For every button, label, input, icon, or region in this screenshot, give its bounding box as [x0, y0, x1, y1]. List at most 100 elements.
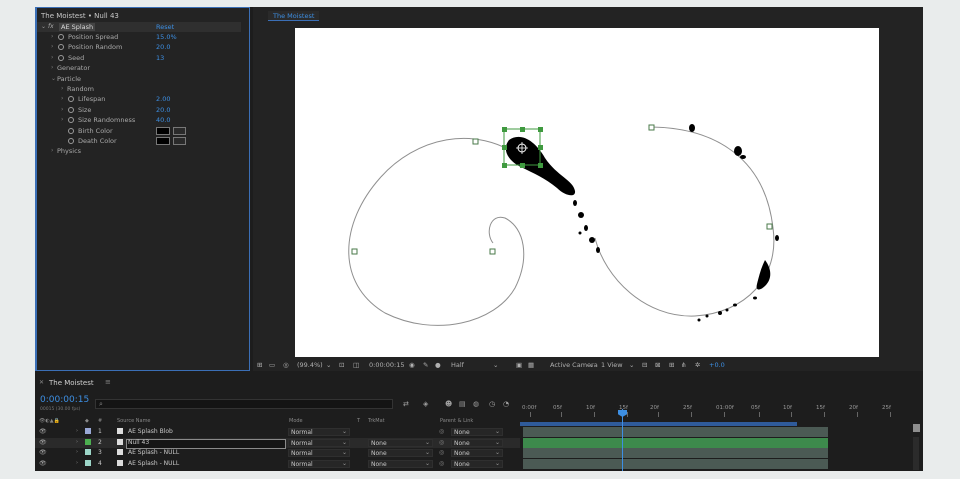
- timeline-tab[interactable]: The Moistest: [49, 379, 94, 387]
- viewer-timecode[interactable]: 0:00:00:15: [369, 361, 405, 369]
- mode-select[interactable]: Normal ⌄: [288, 459, 350, 468]
- show-snapshot-icon[interactable]: ✎: [423, 361, 428, 369]
- zoom-level[interactable]: (99.4%): [297, 361, 323, 369]
- layer-name[interactable]: Null 43: [128, 439, 149, 446]
- mode-select[interactable]: Normal ⌄: [288, 438, 350, 447]
- stopwatch-icon[interactable]: [58, 54, 64, 61]
- twirl-closed-icon[interactable]: ›: [61, 116, 63, 123]
- resolution-chevron-icon[interactable]: ⌄: [493, 361, 498, 369]
- eye-icon[interactable]: 👁: [39, 428, 47, 435]
- effect-param-row[interactable]: › Size Randomness 40.0: [37, 116, 249, 126]
- column-parent[interactable]: Parent & Link: [440, 418, 473, 424]
- views-select[interactable]: 1 View: [601, 361, 623, 369]
- twirl-closed-icon[interactable]: ›: [61, 95, 63, 102]
- zoom-chevron-icon[interactable]: ⌄: [326, 361, 331, 369]
- twirl-closed-icon[interactable]: ›: [76, 449, 78, 455]
- mask-visibility-icon[interactable]: ▭: [269, 361, 275, 369]
- effect-param-row[interactable]: Death Color: [37, 137, 249, 147]
- twirl-closed-icon[interactable]: ›: [61, 106, 63, 113]
- reset-exposure-icon[interactable]: ✲: [695, 361, 700, 369]
- camera-chevron-icon[interactable]: ⌄: [589, 361, 594, 369]
- color-swatch[interactable]: [156, 126, 170, 135]
- color-swatch[interactable]: [156, 137, 170, 145]
- mask-icon[interactable]: ◫: [353, 361, 359, 369]
- fit-icon[interactable]: ⊡: [339, 361, 344, 369]
- effect-param-row[interactable]: › Position Random 20.0: [37, 43, 249, 53]
- effect-param-row[interactable]: › Generator: [37, 64, 249, 74]
- stopwatch-icon[interactable]: [68, 106, 74, 113]
- timeline-scrollbar[interactable]: [913, 437, 919, 470]
- tab-menu-icon[interactable]: ≡: [105, 378, 111, 386]
- mode-select[interactable]: Normal ⌄: [288, 449, 350, 457]
- effect-param-value[interactable]: 40.0: [156, 116, 170, 124]
- layer-row[interactable]: 👁 › 4 AE Splash - NULL Normal ⌄ None ⌄ ◎ None ⌄: [35, 459, 520, 469]
- twirl-open-icon[interactable]: ⌄: [41, 23, 46, 30]
- pickwhip-icon[interactable]: ◎: [439, 439, 444, 446]
- effect-param-value[interactable]: 2.00: [156, 95, 170, 103]
- graph-editor-icon-2[interactable]: ◔: [503, 400, 509, 408]
- region-of-interest-icon[interactable]: ▣: [516, 361, 522, 369]
- layer-duration-bar[interactable]: [523, 458, 828, 469]
- parent-select[interactable]: None ⌄: [451, 428, 503, 436]
- close-tab-icon[interactable]: ✕: [39, 379, 44, 386]
- label-column-icon[interactable]: ◆: [85, 418, 89, 424]
- layer-label-color[interactable]: [85, 428, 91, 434]
- stopwatch-icon[interactable]: [68, 96, 74, 103]
- effect-param-value[interactable]: 20.0: [156, 43, 170, 51]
- column-source-name[interactable]: Source Name: [117, 418, 151, 424]
- column-mode[interactable]: Mode: [289, 418, 303, 424]
- stopwatch-icon[interactable]: [58, 44, 64, 51]
- twirl-closed-icon[interactable]: ›: [51, 33, 53, 40]
- layer-row[interactable]: 👁 › 2 Null 43 Normal ⌄ None ⌄ ◎ None ⌄: [35, 437, 520, 449]
- 3d-glasses-icon[interactable]: ◎: [283, 361, 289, 369]
- snapshot-icon[interactable]: ◉: [409, 361, 415, 369]
- graph-editor-icon[interactable]: ◷: [489, 400, 495, 408]
- column-trkmat[interactable]: TrkMat: [368, 418, 385, 424]
- always-preview-icon[interactable]: ⊞: [257, 361, 262, 369]
- viewer-tab[interactable]: The Moistest: [268, 11, 320, 21]
- eye-icon[interactable]: 👁: [39, 460, 47, 467]
- stopwatch-icon[interactable]: [68, 138, 74, 144]
- eyedropper-icon[interactable]: [173, 126, 186, 135]
- mode-select[interactable]: Normal ⌄: [288, 428, 350, 436]
- playhead-line[interactable]: [622, 409, 623, 471]
- timeline-icon[interactable]: ⊞: [669, 361, 674, 369]
- twirl-closed-icon[interactable]: ›: [51, 64, 53, 71]
- toggle-pixel-aspect-icon[interactable]: ⊟: [642, 361, 647, 369]
- twirl-closed-icon[interactable]: ›: [76, 428, 78, 434]
- layer-name[interactable]: AE Splash - NULL: [128, 449, 179, 456]
- parent-select[interactable]: None ⌄: [451, 449, 503, 457]
- fx-label[interactable]: fx: [48, 23, 54, 30]
- draft-3d-icon[interactable]: ◈: [423, 400, 428, 408]
- twirl-closed-icon[interactable]: ›: [76, 460, 78, 466]
- timeline-timecode[interactable]: 0:00:00:15: [40, 395, 89, 405]
- reset-button[interactable]: Reset: [156, 23, 174, 31]
- layer-name[interactable]: AE Splash - NULL: [128, 460, 179, 467]
- layer-label-color[interactable]: [85, 438, 91, 445]
- pickwhip-icon[interactable]: ◎: [439, 449, 444, 456]
- channel-icon[interactable]: ●: [435, 361, 441, 369]
- stopwatch-icon[interactable]: [68, 117, 74, 124]
- pickwhip-icon[interactable]: ◎: [439, 460, 444, 467]
- effect-param-row[interactable]: › Seed 13: [37, 54, 249, 64]
- eye-icon[interactable]: 👁: [39, 439, 47, 446]
- shy-layers-icon[interactable]: ☻: [445, 400, 452, 408]
- work-area-bar[interactable]: [520, 422, 797, 426]
- layer-rename-field[interactable]: [126, 438, 286, 449]
- twirl-closed-icon[interactable]: ›: [51, 147, 53, 154]
- layer-name[interactable]: AE Splash Blob: [128, 428, 173, 435]
- exposure-value[interactable]: +0.0: [709, 361, 725, 369]
- comp-end-marker[interactable]: [913, 424, 920, 432]
- flowchart-icon[interactable]: ⋔: [681, 361, 686, 369]
- effect-param-value[interactable]: 13: [156, 54, 164, 62]
- effect-param-value[interactable]: 20.0: [156, 106, 170, 114]
- composition-mini-flowchart-icon[interactable]: ⇄: [403, 400, 409, 408]
- layer-row[interactable]: 👁 › 1 AE Splash Blob Normal ⌄ ◎ None ⌄: [35, 427, 520, 437]
- layer-duration-bar[interactable]: [523, 448, 828, 458]
- eyedropper-icon[interactable]: [173, 137, 186, 145]
- transparency-grid-icon[interactable]: ▦: [528, 361, 534, 369]
- effect-param-row[interactable]: Birth Color: [37, 126, 249, 137]
- column-t[interactable]: T: [357, 418, 360, 424]
- effect-param-row[interactable]: › Position Spread 15.0%: [37, 33, 249, 43]
- column-num[interactable]: #: [98, 418, 102, 424]
